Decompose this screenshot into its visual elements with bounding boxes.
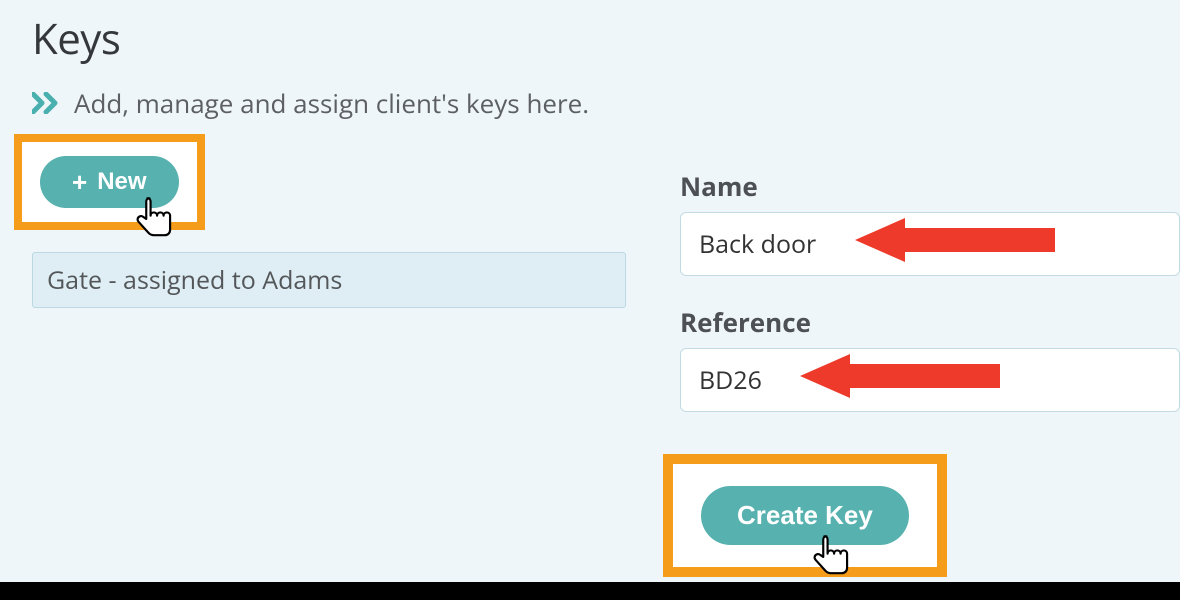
subtitle-row: Add, manage and assign client's keys her…	[32, 85, 1180, 121]
name-input[interactable]	[680, 212, 1180, 276]
create-key-button[interactable]: Create Key	[701, 486, 909, 545]
key-list-item-label: Gate - assigned to Adams	[47, 263, 342, 297]
page-title: Keys	[32, 10, 1180, 67]
new-button-label: New	[97, 168, 146, 196]
reference-label: Reference	[680, 304, 1180, 340]
name-label: Name	[680, 168, 1180, 204]
create-key-button-label: Create Key	[737, 500, 873, 530]
name-field-group: Name	[680, 168, 1180, 276]
new-button-highlight: + New	[14, 134, 205, 230]
key-list-item[interactable]: Gate - assigned to Adams	[32, 252, 626, 308]
reference-input[interactable]	[680, 348, 1180, 412]
reference-field-group: Reference	[680, 304, 1180, 412]
plus-icon: +	[72, 169, 87, 195]
footer-bar	[0, 582, 1180, 600]
create-button-highlight: Create Key	[663, 454, 947, 577]
new-button[interactable]: + New	[40, 156, 179, 208]
double-chevron-icon	[32, 92, 62, 114]
page-subtitle: Add, manage and assign client's keys her…	[74, 85, 589, 121]
